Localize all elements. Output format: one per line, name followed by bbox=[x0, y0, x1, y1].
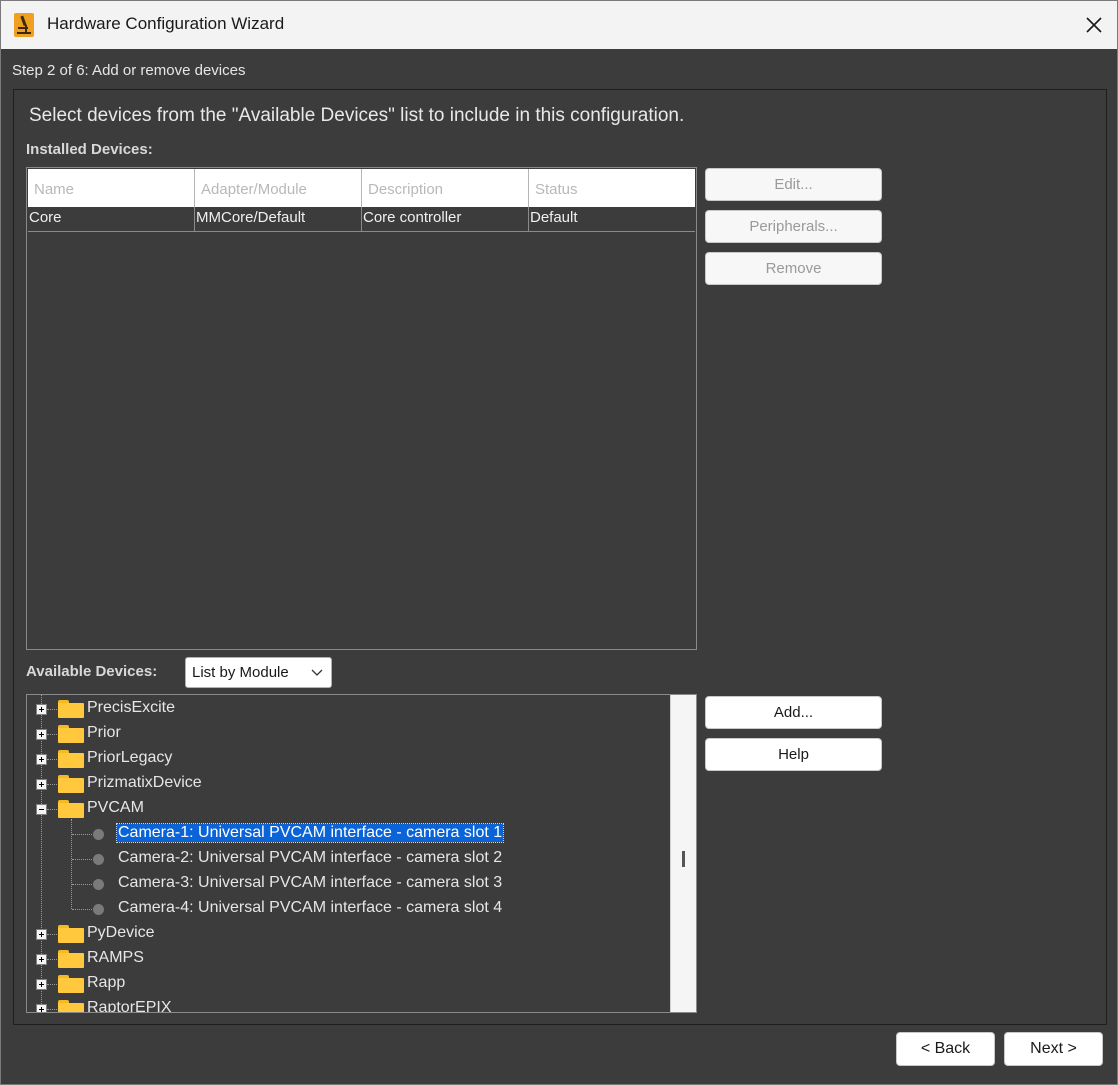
folder-icon bbox=[58, 725, 84, 743]
tree-leaf-camera-2[interactable]: Camera-2: Universal PVCAM interface - ca… bbox=[27, 847, 667, 871]
tree-leaf-label: Camera-4: Universal PVCAM interface - ca… bbox=[118, 899, 503, 916]
tree-leaf-camera-1[interactable]: Camera-1: Universal PVCAM interface - ca… bbox=[27, 822, 667, 846]
column-header-name[interactable]: Name bbox=[28, 169, 195, 207]
tree-node-ramps[interactable]: RAMPS bbox=[27, 947, 667, 971]
column-header-status[interactable]: Status bbox=[529, 169, 695, 207]
folder-icon bbox=[58, 925, 84, 943]
folder-icon bbox=[58, 750, 84, 768]
tree-branch bbox=[47, 959, 57, 960]
table-header: Name Adapter/Module Description Status bbox=[28, 169, 695, 207]
tree-node-label: PriorLegacy bbox=[87, 749, 173, 766]
tree-leaf-label: Camera-2: Universal PVCAM interface - ca… bbox=[118, 849, 503, 866]
column-header-description[interactable]: Description bbox=[362, 169, 529, 207]
installed-devices-label: Installed Devices: bbox=[26, 141, 153, 158]
tree-branch bbox=[47, 809, 57, 810]
available-devices-label: Available Devices: bbox=[26, 663, 158, 680]
step-label: Step 2 of 6: Add or remove devices bbox=[12, 62, 246, 79]
tree-branch bbox=[47, 709, 57, 710]
device-dot-icon bbox=[93, 904, 104, 915]
tree-node-label: PyDevice bbox=[87, 924, 155, 941]
tree-node-label: PVCAM bbox=[87, 799, 144, 816]
tree-branch bbox=[47, 759, 57, 760]
close-icon bbox=[1086, 17, 1102, 33]
column-header-adapter[interactable]: Adapter/Module bbox=[195, 169, 362, 207]
tree-branch bbox=[72, 834, 92, 835]
peripherals-button[interactable]: Peripherals... bbox=[705, 210, 882, 243]
wizard-window: Hardware Configuration Wizard Step 2 of … bbox=[0, 0, 1118, 1085]
tree-scrollbar[interactable] bbox=[670, 695, 696, 1012]
device-dot-icon bbox=[93, 879, 104, 890]
device-dot-icon bbox=[93, 854, 104, 865]
expand-icon[interactable] bbox=[36, 1004, 47, 1012]
expand-icon[interactable] bbox=[36, 754, 47, 765]
expand-icon[interactable] bbox=[36, 704, 47, 715]
remove-button[interactable]: Remove bbox=[705, 252, 882, 285]
back-button[interactable]: < Back bbox=[896, 1032, 995, 1066]
tree-node-label: PrizmatixDevice bbox=[87, 774, 202, 791]
tree-branch bbox=[47, 1009, 57, 1010]
table-row[interactable]: Core MMCore/Default Core controller Defa… bbox=[28, 207, 695, 232]
installed-devices-table[interactable]: Name Adapter/Module Description Status C… bbox=[26, 167, 697, 650]
expand-icon[interactable] bbox=[36, 929, 47, 940]
tree-leaf-camera-3[interactable]: Camera-3: Universal PVCAM interface - ca… bbox=[27, 872, 667, 896]
folder-icon bbox=[58, 950, 84, 968]
list-mode-dropdown[interactable]: List by Module bbox=[185, 657, 332, 688]
tree-node-pvcam[interactable]: PVCAM bbox=[27, 797, 667, 821]
folder-icon bbox=[58, 775, 84, 793]
expand-icon[interactable] bbox=[36, 979, 47, 990]
add-button[interactable]: Add... bbox=[705, 696, 882, 729]
tree-branch bbox=[47, 734, 57, 735]
device-dot-icon bbox=[93, 829, 104, 840]
tree-branch bbox=[47, 984, 57, 985]
tree-node-priorlegacy[interactable]: PriorLegacy bbox=[27, 747, 667, 771]
tree-node-label: PrecisExcite bbox=[87, 699, 176, 716]
tree-node-pydevice[interactable]: PyDevice bbox=[27, 922, 667, 946]
list-mode-value: List by Module bbox=[192, 664, 289, 681]
window-title: Hardware Configuration Wizard bbox=[47, 14, 285, 33]
title-bar: Hardware Configuration Wizard bbox=[1, 1, 1117, 49]
tree-node-label: Rapp bbox=[87, 974, 126, 991]
tree-node-prior[interactable]: Prior bbox=[27, 722, 667, 746]
folder-icon bbox=[58, 1000, 84, 1012]
expand-icon[interactable] bbox=[36, 779, 47, 790]
tree-node-precisexcite[interactable]: PrecisExcite bbox=[27, 697, 667, 721]
next-button[interactable]: Next > bbox=[1004, 1032, 1103, 1066]
chevron-down-icon bbox=[311, 669, 323, 676]
tree-node-prizmatixdevice[interactable]: PrizmatixDevice bbox=[27, 772, 667, 796]
cell-name: Core bbox=[28, 207, 195, 231]
tree-leaf-label-selected: Camera-1: Universal PVCAM interface - ca… bbox=[115, 823, 505, 843]
tree-node-label: Prior bbox=[87, 724, 121, 741]
tree-node-label: RAMPS bbox=[87, 949, 144, 966]
microscope-app-icon bbox=[14, 13, 34, 37]
folder-icon bbox=[58, 700, 84, 718]
cell-adapter: MMCore/Default bbox=[195, 207, 362, 231]
tree-node-raptorepix[interactable]: RaptorEPIX bbox=[27, 997, 667, 1013]
available-devices-tree[interactable]: PrecisExcite Prior PriorLegacy Prizmatix… bbox=[26, 694, 697, 1013]
collapse-icon[interactable] bbox=[36, 804, 47, 815]
tree-leaf-camera-4[interactable]: Camera-4: Universal PVCAM interface - ca… bbox=[27, 897, 667, 921]
tree-branch bbox=[72, 859, 92, 860]
tree-branch bbox=[47, 934, 57, 935]
tree-node-label: RaptorEPIX bbox=[87, 999, 172, 1013]
cell-status: Default bbox=[530, 209, 578, 226]
tree-node-rapp[interactable]: Rapp bbox=[27, 972, 667, 996]
tree-branch bbox=[72, 884, 92, 885]
cell-description: Core controller bbox=[362, 207, 529, 231]
expand-icon[interactable] bbox=[36, 954, 47, 965]
scrollbar-grip[interactable] bbox=[682, 851, 685, 867]
close-button[interactable] bbox=[1071, 1, 1117, 49]
expand-icon[interactable] bbox=[36, 729, 47, 740]
instruction-text: Select devices from the "Available Devic… bbox=[29, 105, 685, 126]
folder-open-icon bbox=[58, 800, 84, 818]
help-button[interactable]: Help bbox=[705, 738, 882, 771]
folder-icon bbox=[58, 975, 84, 993]
tree-branch bbox=[72, 909, 92, 910]
tree-branch bbox=[47, 784, 57, 785]
tree-leaf-label: Camera-3: Universal PVCAM interface - ca… bbox=[118, 874, 503, 891]
edit-button[interactable]: Edit... bbox=[705, 168, 882, 201]
